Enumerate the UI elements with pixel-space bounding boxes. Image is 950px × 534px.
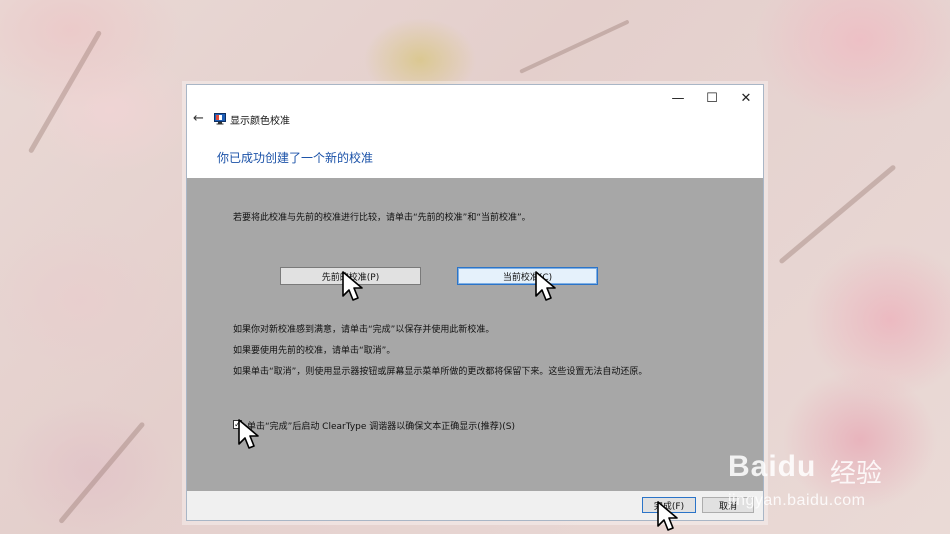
minimize-button[interactable]: — (661, 85, 695, 111)
monitor-icon (214, 113, 226, 125)
back-arrow-icon[interactable]: ← (193, 111, 204, 126)
branch-decoration (778, 164, 897, 265)
close-button[interactable]: ✕ (729, 85, 763, 111)
pointer-cursor-icon (342, 271, 363, 301)
app-title: 显示颜色校准 (230, 116, 290, 127)
navigation-row: ← 显示颜色校准 (187, 109, 763, 131)
cancel-note: 如果单击“取消”，则使用显示器按钮或屏幕显示菜单所做的更改都将保留下来。这些设置… (233, 367, 648, 377)
watermark-url: jingyan.baidu.com (728, 492, 866, 509)
pointer-cursor-icon (238, 419, 259, 449)
compare-instruction: 若要将此校准与先前的校准进行比较，请单击“先前的校准”和“当前校准”。 (233, 213, 531, 223)
pointer-cursor-icon (535, 271, 556, 301)
branch-decoration (519, 19, 630, 74)
jingyan-label: 经验 (830, 459, 883, 489)
current-calibration-button[interactable]: 当前校准(C) (457, 267, 598, 285)
color-calibration-dialog: — ☐ ✕ ← 显示颜色校准 你已成功创建了一个新的校准 若要将此校准与先前的校… (186, 84, 764, 521)
minimize-icon: — (671, 90, 685, 106)
baidu-logo: Baidu (728, 450, 817, 483)
branch-decoration (27, 30, 103, 154)
close-icon: ✕ (740, 90, 752, 106)
use-previous-text: 如果要使用先前的校准，请单击“取消”。 (233, 346, 396, 356)
maximize-button[interactable]: ☐ (695, 85, 729, 111)
cleartype-label[interactable]: 单击“完成”后启动 ClearType 调谐器以确保文本正确显示(推荐)(S) (247, 419, 515, 432)
title-bar: — ☐ ✕ (187, 85, 763, 111)
page-heading: 你已成功创建了一个新的校准 (217, 151, 374, 165)
branch-decoration (58, 421, 146, 525)
satisfied-text: 如果你对新校准感到满意，请单击“完成”以保存并使用此新校准。 (233, 325, 495, 335)
baidu-jingyan-watermark: Baidu 经验 jingyan.baidu.com (728, 450, 938, 520)
pointer-cursor-icon (657, 501, 678, 531)
maximize-icon: ☐ (706, 90, 718, 106)
